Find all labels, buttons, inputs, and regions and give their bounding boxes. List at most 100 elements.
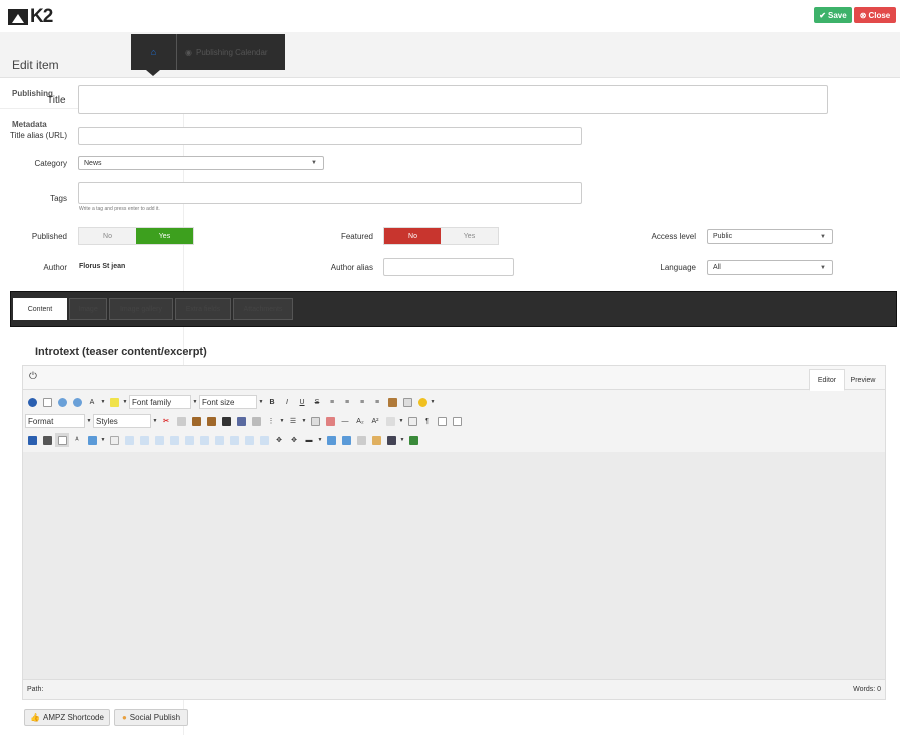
strikethrough-icon[interactable]: S bbox=[310, 395, 324, 409]
chevron-down-icon[interactable]: ▼ bbox=[301, 418, 307, 424]
font-size-select[interactable]: Font size bbox=[199, 395, 257, 409]
styles-select[interactable]: Styles bbox=[93, 414, 151, 428]
eraser-icon[interactable] bbox=[323, 414, 337, 428]
text-color-icon[interactable]: A bbox=[85, 395, 99, 409]
underline-icon[interactable]: U bbox=[295, 395, 309, 409]
replace-icon[interactable] bbox=[234, 414, 248, 428]
bullet-list-icon[interactable]: ☰ bbox=[286, 414, 300, 428]
highlight-icon[interactable] bbox=[107, 395, 121, 409]
ordered-list-icon[interactable]: ⋮ bbox=[264, 414, 278, 428]
published-yes-option[interactable]: Yes bbox=[136, 228, 193, 244]
move-icon[interactable]: ✥ bbox=[287, 433, 301, 447]
delete-col-icon[interactable] bbox=[212, 433, 226, 447]
spellcheck-icon[interactable]: ᴬ bbox=[70, 433, 84, 447]
help-icon[interactable] bbox=[25, 395, 39, 409]
merge-cells-icon[interactable] bbox=[242, 433, 256, 447]
chevron-down-icon[interactable]: ▼ bbox=[86, 418, 92, 424]
align-left-icon[interactable]: ≡ bbox=[325, 395, 339, 409]
ampz-shortcode-button[interactable]: 👍 AMPZ Shortcode bbox=[24, 709, 110, 726]
superscript-icon[interactable]: A² bbox=[368, 414, 382, 428]
row-props-icon[interactable] bbox=[167, 433, 181, 447]
chevron-down-icon[interactable]: ▼ bbox=[317, 437, 323, 443]
col-after-icon[interactable] bbox=[197, 433, 211, 447]
cut-icon[interactable]: ✂ bbox=[159, 414, 173, 428]
alias-input[interactable] bbox=[78, 127, 582, 145]
publishing-calendar-tab[interactable]: ◉ Publishing Calendar bbox=[177, 34, 285, 70]
featured-toggle[interactable]: No Yes bbox=[383, 227, 499, 245]
template-icon[interactable] bbox=[354, 433, 368, 447]
chevron-down-icon[interactable]: ▼ bbox=[258, 399, 264, 405]
new-document-icon[interactable] bbox=[40, 395, 54, 409]
emoticon-icon[interactable] bbox=[415, 395, 429, 409]
tab-image-gallery[interactable]: Image gallery bbox=[109, 298, 173, 320]
undo-icon[interactable] bbox=[55, 395, 69, 409]
anchor-icon[interactable] bbox=[308, 414, 322, 428]
video-icon[interactable] bbox=[339, 433, 353, 447]
blockquote-icon[interactable] bbox=[405, 414, 419, 428]
featured-yes-option[interactable]: Yes bbox=[441, 228, 498, 244]
image-icon[interactable] bbox=[85, 433, 99, 447]
hr-icon[interactable]: — bbox=[338, 414, 352, 428]
access-select[interactable]: Public ▼ bbox=[707, 229, 833, 244]
language-select[interactable]: All ▼ bbox=[707, 260, 833, 275]
fullscreen-icon[interactable] bbox=[25, 433, 39, 447]
insert-layer-icon[interactable]: ✥ bbox=[272, 433, 286, 447]
source-icon[interactable] bbox=[384, 433, 398, 447]
special-icon[interactable] bbox=[400, 395, 414, 409]
media-icon[interactable] bbox=[107, 433, 121, 447]
cell-props-icon[interactable] bbox=[257, 433, 271, 447]
title-input[interactable] bbox=[78, 85, 828, 114]
editor-content-area[interactable] bbox=[23, 452, 885, 680]
find-icon[interactable] bbox=[219, 414, 233, 428]
indent-icon[interactable] bbox=[249, 414, 263, 428]
tab-editor[interactable]: Editor bbox=[809, 369, 845, 391]
tab-content[interactable]: Content bbox=[13, 298, 67, 320]
delete-row-icon[interactable] bbox=[152, 433, 166, 447]
paste-text-icon[interactable] bbox=[204, 414, 218, 428]
copy-icon[interactable] bbox=[174, 414, 188, 428]
visual-aid-icon[interactable] bbox=[435, 414, 449, 428]
clean-icon[interactable] bbox=[385, 395, 399, 409]
social-publish-button[interactable]: ● Social Publish bbox=[114, 709, 188, 726]
tab-attachments[interactable]: Attachments bbox=[233, 298, 293, 320]
home-tab[interactable]: ⌂ bbox=[131, 34, 177, 76]
bold-icon[interactable]: B bbox=[265, 395, 279, 409]
file-icon[interactable] bbox=[369, 433, 383, 447]
chevron-down-icon[interactable]: ▼ bbox=[399, 437, 405, 443]
preview-icon[interactable] bbox=[450, 414, 464, 428]
category-select[interactable]: News ▼ bbox=[78, 156, 324, 170]
published-no-option[interactable]: No bbox=[79, 228, 136, 244]
table-icon[interactable] bbox=[55, 433, 69, 447]
close-button[interactable]: ⊗ Close bbox=[854, 7, 896, 23]
italic-icon[interactable]: I bbox=[280, 395, 294, 409]
chevron-down-icon[interactable]: ▼ bbox=[279, 418, 285, 424]
split-cells-icon[interactable] bbox=[227, 433, 241, 447]
chevron-down-icon[interactable]: ▼ bbox=[122, 399, 128, 405]
redo-icon[interactable] bbox=[70, 395, 84, 409]
chevron-down-icon[interactable]: ▼ bbox=[152, 418, 158, 424]
featured-no-option[interactable]: No bbox=[384, 228, 441, 244]
chevron-down-icon[interactable]: ▼ bbox=[100, 437, 106, 443]
check-icon[interactable] bbox=[406, 433, 420, 447]
print-icon[interactable] bbox=[40, 433, 54, 447]
char-map-icon[interactable] bbox=[383, 414, 397, 428]
chevron-down-icon[interactable]: ▼ bbox=[100, 399, 106, 405]
tab-extra-fields[interactable]: Extra fields bbox=[175, 298, 231, 320]
subscript-icon[interactable]: A₂ bbox=[353, 414, 367, 428]
align-center-icon[interactable]: ≡ bbox=[340, 395, 354, 409]
tab-preview[interactable]: Preview bbox=[845, 369, 881, 391]
gallery-icon[interactable] bbox=[324, 433, 338, 447]
chevron-down-icon[interactable]: ▼ bbox=[398, 418, 404, 424]
paste-icon[interactable] bbox=[189, 414, 203, 428]
paragraph-icon[interactable]: ¶ bbox=[420, 414, 434, 428]
published-toggle[interactable]: No Yes bbox=[78, 227, 194, 245]
chevron-down-icon[interactable]: ▼ bbox=[430, 399, 436, 405]
row-after-icon[interactable] bbox=[137, 433, 151, 447]
tags-input[interactable] bbox=[78, 182, 582, 204]
font-family-select[interactable]: Font family bbox=[129, 395, 191, 409]
row-before-icon[interactable] bbox=[122, 433, 136, 447]
col-before-icon[interactable] bbox=[182, 433, 196, 447]
pagebreak-icon[interactable]: ▬ bbox=[302, 433, 316, 447]
power-icon[interactable]: ⏻ bbox=[29, 371, 37, 382]
author-alias-input[interactable] bbox=[383, 258, 514, 276]
